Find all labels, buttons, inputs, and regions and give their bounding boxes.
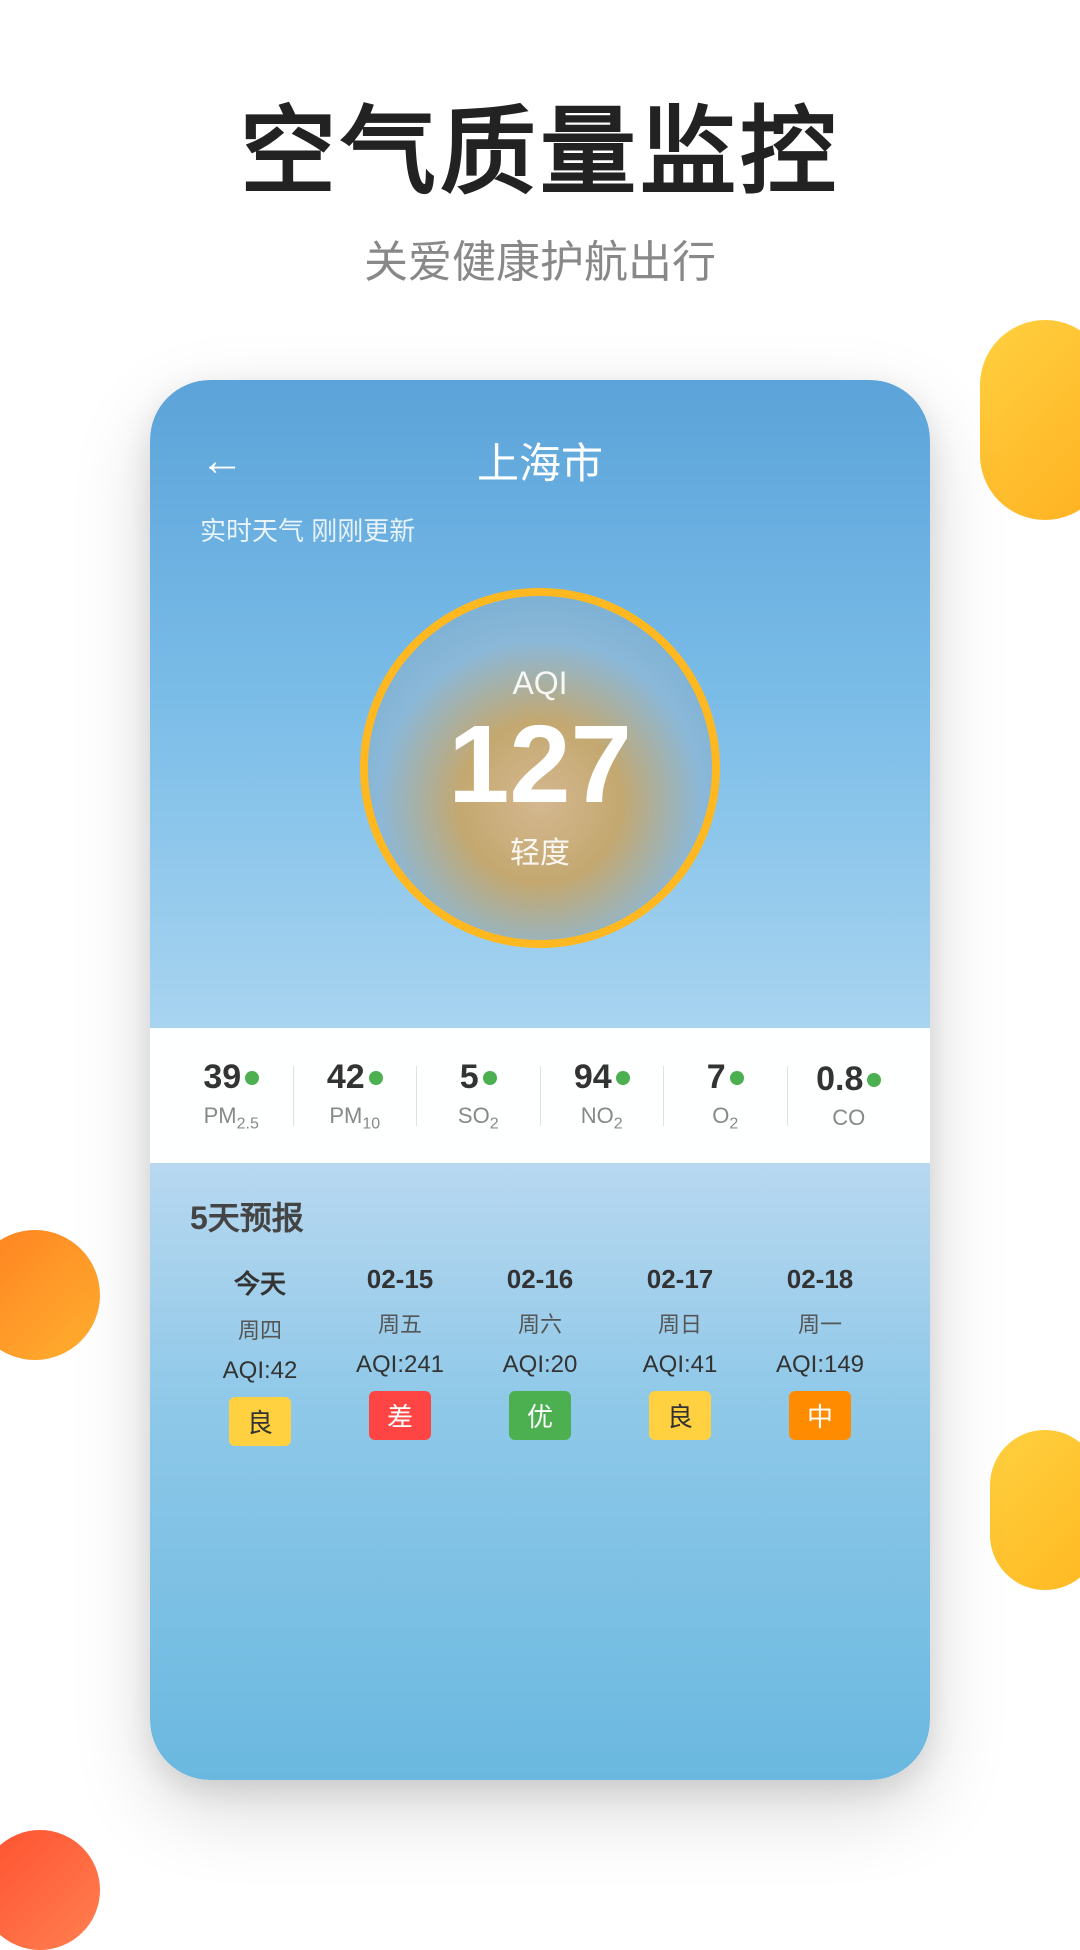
forecast-title: 5天预报 (190, 1163, 890, 1264)
forecast-section: 5天预报 今天 周四 AQI:42 良 02-15 周五 AQI:241 差 0… (150, 1163, 930, 1780)
forecast-0216-week: 周六 (518, 1307, 562, 1339)
pollutant-pm25-name: PM2.5 (204, 1103, 259, 1133)
deco-orange-bottom-left (0, 1230, 100, 1360)
forecast-today-week: 周四 (238, 1313, 282, 1345)
app-top-section: ← 上海市 实时天气 刚刚更新 AQI 127 轻度 (150, 380, 930, 1028)
deco-yellow-bottom-right (990, 1430, 1080, 1590)
forecast-day-0218: 02-18 周一 AQI:149 中 (750, 1264, 890, 1446)
pollutant-pm25: 39 PM2.5 (170, 1058, 293, 1133)
forecast-today-name: 今天 (234, 1264, 286, 1301)
pollutant-pm25-dot (245, 1071, 259, 1085)
app-content: ← 上海市 实时天气 刚刚更新 AQI 127 轻度 39 (150, 380, 930, 1780)
pollutant-so2-dot (483, 1071, 497, 1085)
forecast-day-0217: 02-17 周日 AQI:41 良 (610, 1264, 750, 1446)
pollutant-pm25-value: 39 (203, 1058, 259, 1097)
pollutant-no2-name: NO2 (581, 1103, 623, 1133)
page-title: 空气质量监控 (0, 100, 1080, 206)
pollutants-row: 39 PM2.5 42 PM10 5 SO2 (150, 1028, 930, 1163)
forecast-0218-name: 02-18 (787, 1264, 854, 1295)
forecast-0215-name: 02-15 (367, 1264, 434, 1295)
pollutant-pm10: 42 PM10 (294, 1058, 417, 1133)
pollutant-co-dot (867, 1073, 881, 1087)
pollutant-no2-dot (616, 1071, 630, 1085)
update-status: 实时天气 刚刚更新 (200, 511, 880, 548)
aqi-description: 轻度 (510, 828, 570, 872)
aqi-label: AQI (512, 665, 567, 702)
forecast-0216-badge: 优 (509, 1391, 571, 1440)
pollutant-co-name: CO (832, 1105, 865, 1131)
forecast-today-badge: 良 (229, 1397, 291, 1446)
phone-mockup: ← 上海市 实时天气 刚刚更新 AQI 127 轻度 39 (150, 380, 930, 1780)
deco-orange-top-right (980, 320, 1080, 520)
forecast-0217-aqi: AQI:41 (643, 1351, 718, 1379)
nav-bar: ← 上海市 (200, 430, 880, 491)
aqi-circle: AQI 127 轻度 (360, 588, 720, 948)
page-header: 空气质量监控 关爱健康护航出行 (0, 0, 1080, 350)
forecast-0215-aqi: AQI:241 (356, 1351, 444, 1379)
pollutant-pm10-dot (369, 1071, 383, 1085)
forecast-0217-badge: 良 (649, 1391, 711, 1440)
pollutant-o2-dot (730, 1071, 744, 1085)
pollutant-o2-name: O2 (712, 1103, 738, 1133)
pollutant-pm10-name: PM10 (329, 1103, 380, 1133)
page-subtitle: 关爱健康护航出行 (0, 226, 1080, 290)
forecast-0217-week: 周日 (658, 1307, 702, 1339)
pollutant-pm10-value: 42 (327, 1058, 383, 1097)
pollutant-no2: 94 NO2 (541, 1058, 664, 1133)
forecast-0218-aqi: AQI:149 (776, 1351, 864, 1379)
pollutant-no2-value: 94 (574, 1058, 630, 1097)
city-name: 上海市 (477, 430, 603, 491)
forecast-0218-week: 周一 (798, 1307, 842, 1339)
forecast-0217-name: 02-17 (647, 1264, 714, 1295)
forecast-day-0216: 02-16 周六 AQI:20 优 (470, 1264, 610, 1446)
pollutant-o2-value: 7 (707, 1058, 744, 1097)
back-button[interactable]: ← (200, 436, 244, 486)
forecast-0218-badge: 中 (789, 1391, 851, 1440)
pollutant-o2: 7 O2 (664, 1058, 787, 1133)
forecast-today-aqi: AQI:42 (223, 1357, 298, 1385)
pollutant-so2-value: 5 (460, 1058, 497, 1097)
forecast-0215-week: 周五 (378, 1307, 422, 1339)
pollutant-co-value: 0.8 (816, 1060, 881, 1099)
forecast-day-today: 今天 周四 AQI:42 良 (190, 1264, 330, 1446)
forecast-0215-badge: 差 (369, 1391, 431, 1440)
forecast-0216-name: 02-16 (507, 1264, 574, 1295)
forecast-grid: 今天 周四 AQI:42 良 02-15 周五 AQI:241 差 02-16 … (190, 1264, 890, 1446)
aqi-value: 127 (448, 710, 632, 820)
pollutant-co: 0.8 CO (788, 1060, 911, 1131)
pollutant-so2: 5 SO2 (417, 1058, 540, 1133)
aqi-circle-container: AQI 127 轻度 (200, 588, 880, 948)
forecast-0216-aqi: AQI:20 (503, 1351, 578, 1379)
forecast-day-0215: 02-15 周五 AQI:241 差 (330, 1264, 470, 1446)
deco-red-bottom-left (0, 1830, 100, 1950)
pollutant-so2-name: SO2 (458, 1103, 499, 1133)
